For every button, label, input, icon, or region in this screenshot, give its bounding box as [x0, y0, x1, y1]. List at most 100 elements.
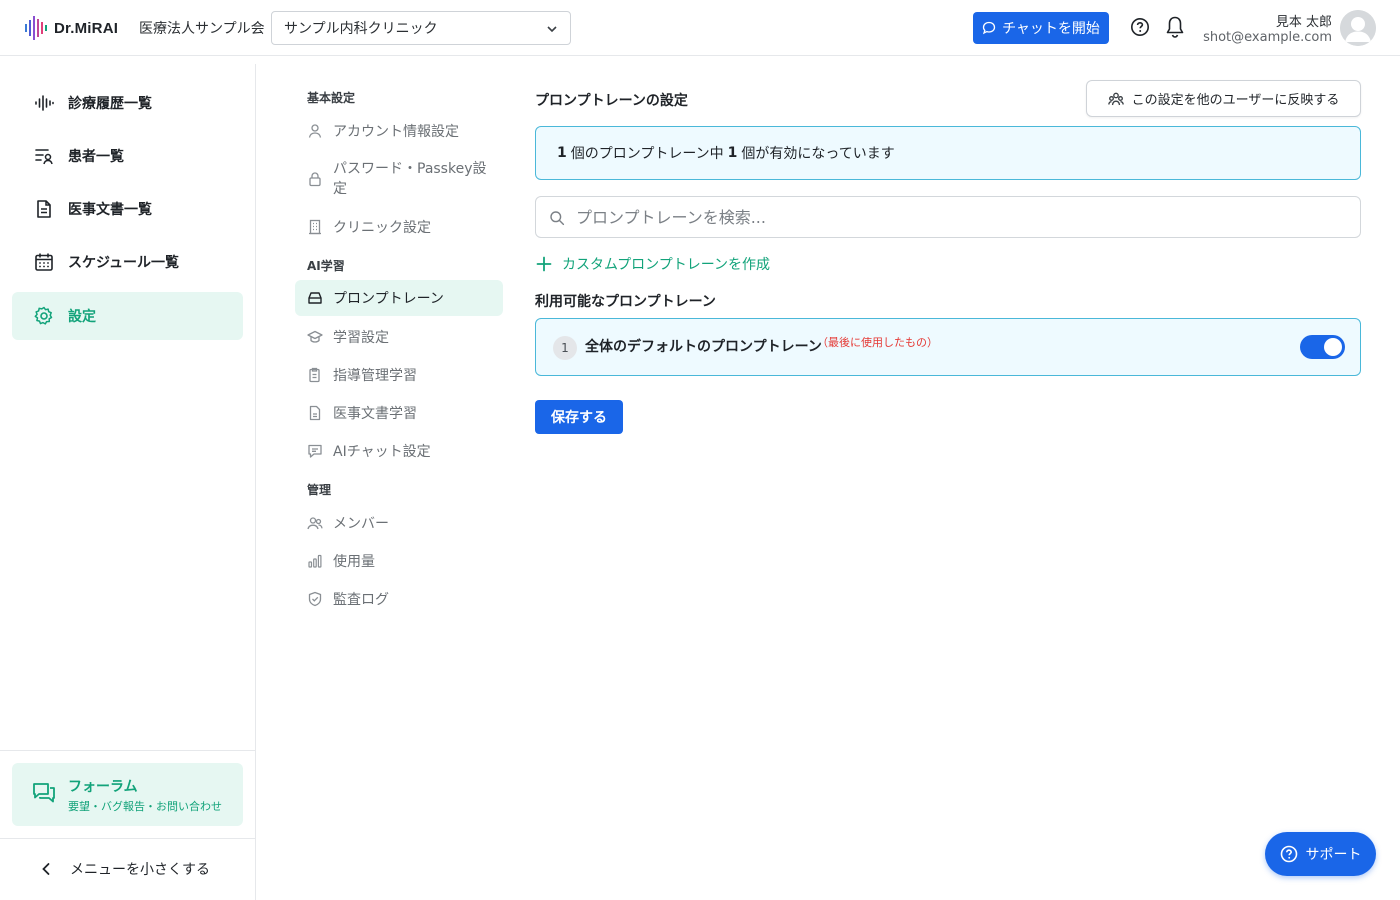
support-button[interactable]: サポート — [1265, 832, 1376, 876]
banner-text-middle: 個のプロンプトレーン中 — [570, 146, 724, 162]
sidebar-item-label: 診療履歴一覧 — [68, 96, 152, 112]
waveform-icon — [35, 95, 54, 111]
building-icon — [309, 219, 321, 235]
app-logo[interactable]: Dr.MiRAI — [24, 15, 118, 41]
subnav-item-label: 監査ログ — [333, 592, 389, 608]
subnav-header-basic: 基本設定 — [307, 91, 356, 105]
sidebar-item-schedule[interactable]: スケジュール一覧 — [12, 238, 243, 286]
sidebar-divider — [0, 838, 256, 839]
plus-icon — [536, 256, 552, 272]
subnav-item-ai-chat[interactable]: AIチャット設定 — [295, 441, 503, 461]
chat-bubble-icon — [982, 21, 996, 35]
active-count-banner: 1 個のプロンプトレーン中 1 個が有効になっています — [535, 126, 1361, 180]
user-email: shot@example.com — [1203, 30, 1332, 45]
clipboard-icon — [309, 367, 320, 383]
subnav-item-audit-log[interactable]: 監査ログ — [295, 589, 503, 609]
subnav-item-label: メンバー — [333, 516, 389, 532]
sidebar-item-patients[interactable]: 患者一覧 — [12, 132, 243, 180]
sidebar-item-label: 患者一覧 — [68, 149, 124, 165]
save-button[interactable]: 保存する — [535, 400, 623, 434]
banner-text-suffix: 個が有効になっています — [741, 146, 895, 162]
top-header: Dr.MiRAI 医療法人サンプル会 サンプル内科クリニック チャットを開始 見… — [0, 0, 1400, 56]
subnav-item-clinic[interactable]: クリニック設定 — [295, 217, 503, 237]
sidebar-item-label: 設定 — [68, 309, 96, 325]
patient-list-icon — [35, 149, 53, 165]
search-input[interactable] — [576, 207, 1336, 227]
subnav-header-admin: 管理 — [307, 483, 332, 497]
sidebar-item-medical-documents[interactable]: 医事文書一覧 — [12, 185, 243, 233]
prompt-number-badge: 1 — [553, 336, 577, 360]
prompt-enable-toggle[interactable] — [1300, 335, 1345, 359]
file-text-icon — [309, 405, 321, 421]
bar-chart-icon — [308, 554, 322, 568]
forum-chat-icon — [33, 783, 55, 803]
subnav-item-label: 指導管理学習 — [333, 368, 417, 384]
create-custom-prompt-label: カスタムプロンプトレーンを作成 — [562, 257, 771, 273]
sidebar-item-label: スケジュール一覧 — [68, 255, 180, 271]
shield-check-icon — [308, 591, 322, 607]
subnav-item-prompt-train[interactable]: プロンプトレーン — [295, 280, 503, 316]
collapse-menu-label: メニューを小さくする — [70, 862, 210, 878]
apply-to-other-users-button[interactable]: この設定を他のユーザーに反映する — [1086, 80, 1361, 117]
gear-icon — [34, 306, 53, 325]
left-sidebar: 診療履歴一覧 患者一覧 医事文書一覧 スケジュール一覧 設定 フォーラム 要望・… — [0, 64, 256, 900]
sidebar-item-visit-history[interactable]: 診療履歴一覧 — [12, 79, 243, 127]
start-chat-button[interactable]: チャットを開始 — [973, 12, 1109, 44]
available-prompts-title: 利用可能なプロンプトレーン — [535, 294, 716, 310]
calendar-icon — [35, 253, 53, 271]
forum-card[interactable]: フォーラム 要望・バグ報告・お問い合わせ — [12, 763, 243, 826]
subnav-item-label: アカウント情報設定 — [333, 124, 459, 140]
support-label: サポート — [1305, 847, 1362, 863]
sidebar-divider — [0, 750, 256, 751]
clinic-select-value: サンプル内科クリニック — [284, 21, 438, 37]
avatar[interactable] — [1340, 10, 1376, 46]
sidebar-item-settings[interactable]: 設定 — [12, 292, 243, 340]
subnav-item-medical-docs[interactable]: 医事文書学習 — [295, 403, 503, 423]
tray-icon — [308, 292, 322, 304]
forum-subtitle: 要望・バグ報告・お問い合わせ — [68, 800, 222, 813]
chevron-down-icon — [547, 26, 557, 33]
subnav-item-learning[interactable]: 学習設定 — [295, 327, 503, 347]
lock-icon — [309, 172, 321, 187]
clinic-select[interactable]: サンプル内科クリニック — [271, 11, 571, 45]
start-chat-label: チャットを開始 — [1002, 21, 1100, 37]
document-icon — [37, 200, 51, 218]
subnav-item-label: 使用量 — [333, 554, 375, 570]
help-icon[interactable] — [1130, 17, 1150, 37]
subnav-item-account[interactable]: アカウント情報設定 — [295, 121, 503, 141]
user-avatar-icon — [1340, 10, 1376, 46]
collapse-menu-button[interactable]: メニューを小さくする — [40, 855, 210, 883]
last-used-tag: （最後に使用したもの） — [817, 336, 938, 349]
subnav-item-label: 学習設定 — [333, 330, 389, 346]
sidebar-item-label: 医事文書一覧 — [68, 202, 152, 218]
subnav-item-members[interactable]: メンバー — [295, 513, 503, 533]
user-name: 見本 太郎 — [1275, 15, 1332, 30]
user-icon — [308, 124, 322, 138]
users-group-icon — [1107, 92, 1124, 105]
subnav-item-guidance[interactable]: 指導管理学習 — [295, 365, 503, 385]
create-custom-prompt-link[interactable]: カスタムプロンプトレーンを作成 — [536, 254, 770, 274]
subnav-item-label: プロンプトレーン — [333, 291, 444, 307]
help-circle-icon — [1280, 845, 1297, 863]
subnav-header-ai: AI学習 — [307, 259, 345, 273]
search-box — [535, 196, 1361, 238]
active-count: 1 — [727, 145, 738, 161]
subnav-item-usage[interactable]: 使用量 — [295, 551, 503, 571]
page-title: プロンプトレーンの設定 — [535, 93, 688, 109]
subnav-item-label: パスワード・Passkey設定 — [333, 161, 487, 197]
prompt-card[interactable]: 1 全体のデフォルトのプロンプトレーン （最後に使用したもの） — [535, 318, 1361, 376]
prompt-name: 全体のデフォルトのプロンプトレーン — [585, 339, 822, 355]
subnav-item-label: 医事文書学習 — [333, 406, 417, 422]
graduation-cap-icon — [307, 330, 323, 343]
total-count: 1 — [557, 145, 567, 161]
subnav-item-label: クリニック設定 — [333, 220, 431, 236]
apply-to-other-users-label: この設定を他のユーザーに反映する — [1131, 92, 1340, 107]
search-icon — [550, 211, 565, 226]
organization-name: 医療法人サンプル会 — [139, 21, 265, 37]
chevron-left-icon — [42, 863, 50, 875]
notification-bell-icon[interactable] — [1165, 15, 1185, 39]
forum-title: フォーラム — [68, 779, 138, 795]
logo-text: Dr.MiRAI — [54, 19, 119, 37]
users-icon — [307, 517, 323, 530]
subnav-item-password[interactable]: パスワード・Passkey設定 — [295, 159, 503, 199]
